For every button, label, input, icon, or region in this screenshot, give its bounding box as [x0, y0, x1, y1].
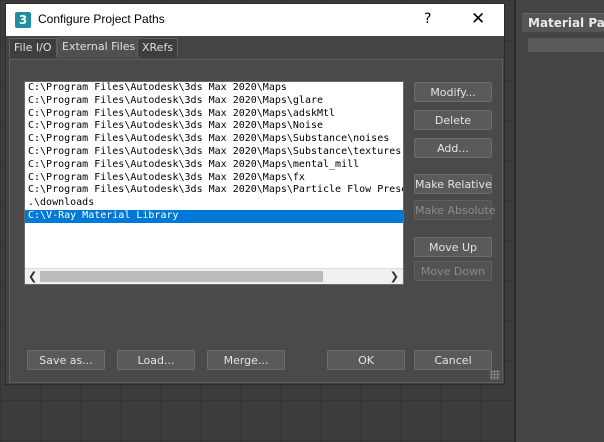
- path-list-item[interactable]: C:\Program Files\Autodesk\3ds Max 2020\M…: [25, 95, 403, 108]
- make-relative-button[interactable]: Make Relative: [414, 174, 492, 194]
- paths-list: C:\Program Files\Autodesk\3ds Max 2020\M…: [25, 82, 403, 223]
- close-icon[interactable]: ✕: [471, 9, 485, 29]
- tab-external-files[interactable]: External Files: [57, 37, 141, 58]
- path-list-item[interactable]: C:\V-Ray Material Library: [25, 209, 403, 223]
- load-button[interactable]: Load...: [117, 350, 195, 370]
- path-list-item[interactable]: C:\Program Files\Autodesk\3ds Max 2020\M…: [25, 120, 403, 133]
- external-files-panel: C:\Program Files\Autodesk\3ds Max 2020\M…: [9, 59, 503, 383]
- scroll-right-icon[interactable]: ❯: [390, 270, 399, 283]
- save-as-button[interactable]: Save as...: [27, 350, 105, 370]
- help-icon[interactable]: ?: [424, 11, 431, 27]
- paths-listbox[interactable]: C:\Program Files\Autodesk\3ds Max 2020\M…: [24, 81, 404, 285]
- configure-project-paths-dialog: 3 Configure Project Paths ? ✕ File I/O E…: [5, 3, 505, 385]
- horizontal-scrollbar[interactable]: ❮ ❯: [25, 268, 403, 284]
- tab-xrefs[interactable]: XRefs: [137, 38, 179, 57]
- move-down-button[interactable]: Move Down: [414, 261, 492, 281]
- material-parameters-header[interactable]: Material Parameters: [522, 13, 604, 32]
- path-list-item[interactable]: C:\Program Files\Autodesk\3ds Max 2020\M…: [25, 146, 403, 159]
- merge-button[interactable]: Merge...: [207, 350, 285, 370]
- path-list-item[interactable]: C:\Program Files\Autodesk\3ds Max 2020\M…: [25, 172, 403, 185]
- modify-button[interactable]: Modify...: [414, 82, 492, 102]
- add-button[interactable]: Add...: [414, 138, 492, 158]
- path-list-item[interactable]: C:\Program Files\Autodesk\3ds Max 2020\M…: [25, 82, 403, 95]
- move-up-button[interactable]: Move Up: [414, 237, 492, 257]
- resize-grip-icon[interactable]: [490, 370, 500, 380]
- tab-file-io[interactable]: File I/O: [9, 38, 57, 57]
- path-list-item[interactable]: C:\Program Files\Autodesk\3ds Max 2020\M…: [25, 184, 403, 197]
- delete-button[interactable]: Delete: [414, 110, 492, 130]
- material-panel: Material Parameters: [514, 0, 604, 442]
- path-list-item[interactable]: C:\Program Files\Autodesk\3ds Max 2020\M…: [25, 159, 403, 172]
- material-panel-field[interactable]: [528, 38, 604, 52]
- scroll-left-icon[interactable]: ❮: [28, 270, 37, 283]
- make-absolute-button[interactable]: Make Absolute: [414, 200, 496, 220]
- ok-button[interactable]: OK: [327, 350, 405, 370]
- dialog-title: Configure Project Paths: [38, 12, 165, 26]
- scrollbar-thumb[interactable]: [40, 271, 323, 282]
- path-list-item[interactable]: C:\Program Files\Autodesk\3ds Max 2020\M…: [25, 108, 403, 121]
- path-list-item[interactable]: .\downloads: [25, 197, 403, 210]
- 3ds-max-app-icon: 3: [15, 12, 31, 28]
- path-list-item[interactable]: C:\Program Files\Autodesk\3ds Max 2020\M…: [25, 133, 403, 146]
- title-bar[interactable]: 3 Configure Project Paths ? ✕: [6, 4, 504, 36]
- cancel-button[interactable]: Cancel: [414, 350, 492, 370]
